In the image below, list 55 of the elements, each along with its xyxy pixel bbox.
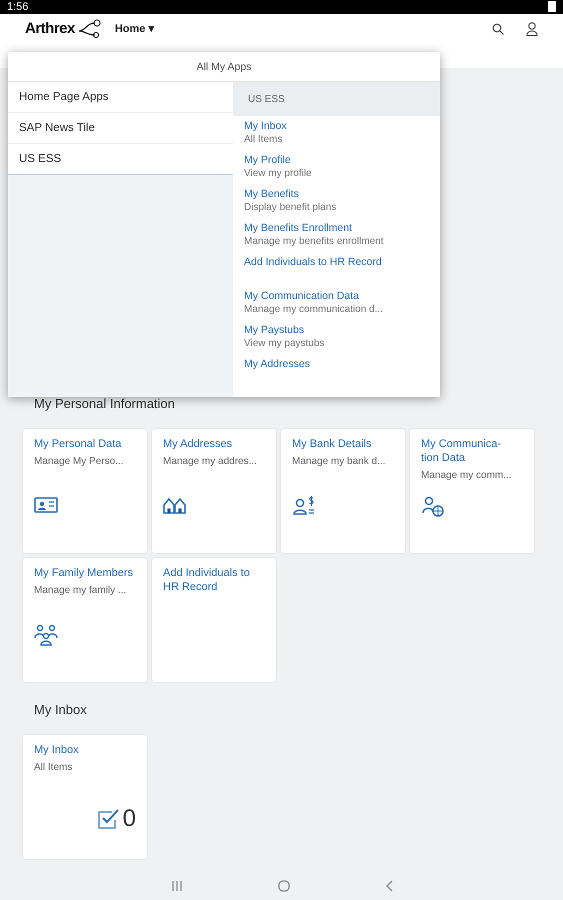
- app-tile[interactable]: My Inbox All Items 0: [23, 735, 147, 860]
- tile-title: My Addresses: [163, 437, 234, 452]
- tile-count: 0: [122, 805, 136, 834]
- battery-icon: [548, 1, 556, 12]
- recent-apps-icon[interactable]: [170, 880, 182, 891]
- app-tile[interactable]: My Personal Data Manage My Perso...: [23, 429, 147, 554]
- app-tile[interactable]: My Bank Details Manage my bank d...: [281, 429, 405, 554]
- app-tile[interactable]: My Communica- tion Data Manage my comm...: [410, 429, 534, 554]
- home-menu-button[interactable]: Home ▾: [114, 22, 154, 36]
- app-tile[interactable]: My Addresses Manage my addres...: [152, 429, 276, 554]
- app-subtitle: View my profile: [244, 167, 313, 180]
- section-title: My Inbox: [33, 701, 88, 720]
- app-link[interactable]: My Communication Data: [244, 290, 429, 303]
- tile-title: My Family Members: [34, 566, 134, 580]
- family-icon: [34, 624, 58, 646]
- app-tile[interactable]: My Family Members Manage my family ...: [23, 558, 147, 682]
- tile-subtitle: Manage my comm...: [421, 470, 513, 482]
- search-icon[interactable]: [492, 22, 504, 35]
- person-money-icon: [292, 495, 316, 518]
- app-subtitle: Display benefit plans: [244, 201, 338, 214]
- person-globe-icon: [421, 495, 445, 518]
- tile-title: Add Individuals to HR Record: [163, 566, 251, 594]
- app-link[interactable]: My Benefits Enrollment: [244, 222, 429, 235]
- checkbox-icon: [98, 809, 120, 830]
- tile-title: My Bank Details: [292, 437, 372, 452]
- group-item[interactable]: Home Page Apps: [8, 82, 233, 113]
- home-icon[interactable]: [278, 880, 290, 892]
- app-subtitle: All Items: [244, 133, 284, 146]
- tile-subtitle: Manage my bank d...: [292, 456, 386, 468]
- app-subtitle: Manage my benefits enrollment: [244, 235, 385, 248]
- tile-title: My Personal Data: [34, 437, 122, 452]
- app-link[interactable]: My Inbox: [244, 120, 429, 133]
- tile-subtitle: Manage My Perso...: [34, 456, 124, 468]
- app-subtitle: View my paystubs: [244, 337, 326, 350]
- app-tile[interactable]: Add Individuals to HR Record: [152, 558, 276, 682]
- app-link[interactable]: My Profile: [244, 154, 429, 167]
- tile-title: My Communica- tion Data: [421, 437, 502, 466]
- status-time: 1:56: [7, 0, 28, 13]
- app-link[interactable]: My Benefits: [244, 188, 429, 201]
- section-title: My Personal Information: [33, 395, 176, 414]
- group-item[interactable]: SAP News Tile: [8, 113, 233, 144]
- panel-title: US ESS: [233, 82, 440, 116]
- app-link[interactable]: Add Individuals to HR Record: [244, 256, 429, 269]
- logo-mark-icon: [76, 18, 101, 39]
- group-item[interactable]: US ESS: [8, 144, 233, 175]
- app-link[interactable]: My Addresses: [244, 358, 429, 371]
- app-subtitle: Manage my communication d...: [244, 303, 384, 316]
- tile-subtitle: Manage my family ...: [34, 585, 128, 596]
- tile-title: My Inbox: [34, 743, 80, 758]
- app-link[interactable]: My Paystubs: [244, 324, 429, 337]
- back-icon[interactable]: [384, 880, 392, 892]
- logo: Arthrex: [25, 20, 75, 38]
- tile-subtitle: All Items: [34, 762, 74, 774]
- tile-subtitle: Manage my addres...: [163, 456, 258, 468]
- user-icon[interactable]: [526, 22, 538, 36]
